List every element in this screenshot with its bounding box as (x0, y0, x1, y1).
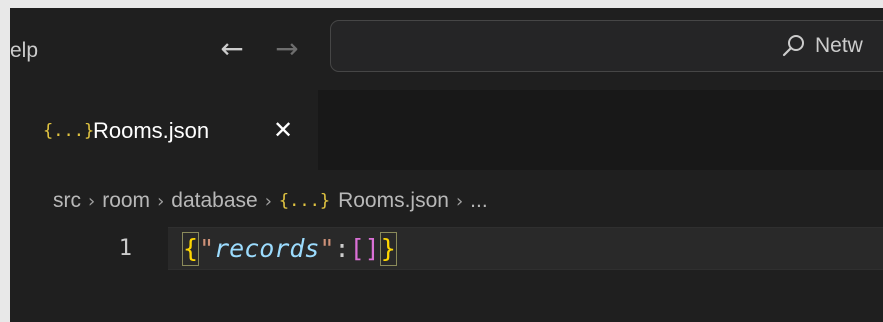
tab-rooms-json[interactable]: {...} Rooms.json ✕ (10, 90, 318, 170)
search-icon (782, 35, 804, 57)
breadcrumb-rooms-json[interactable]: Rooms.json (338, 189, 449, 213)
menu-help[interactable]: elp (10, 38, 38, 64)
chevron-right-icon: › (264, 190, 272, 212)
breadcrumb: src › room › database › {...} Rooms.json… (53, 186, 488, 216)
open-bracket: [ (349, 234, 365, 263)
code-line[interactable]: { " records " : [ ] } (182, 231, 397, 267)
close-brace: } (379, 232, 397, 266)
key-quote-close: " (319, 234, 335, 263)
close-icon[interactable]: ✕ (268, 114, 298, 146)
close-bracket: ] (364, 234, 380, 263)
open-brace: { (182, 232, 200, 266)
json-file-icon: {...} (278, 191, 331, 211)
breadcrumb-room[interactable]: room (102, 189, 150, 213)
line-number: 1 (118, 236, 132, 261)
colon: : (334, 234, 350, 263)
chevron-right-icon: › (88, 190, 96, 212)
breadcrumb-database[interactable]: database (171, 189, 257, 213)
json-key: records (214, 234, 320, 263)
vscode-window: elp ← → Netw {...} Rooms.json ✕ src › ro… (10, 8, 883, 322)
breadcrumb-src[interactable]: src (53, 189, 81, 213)
back-arrow-icon[interactable]: ← (217, 32, 247, 66)
breadcrumb-symbols[interactable]: ... (470, 189, 488, 213)
tab-label: Rooms.json (93, 118, 210, 143)
search-text: Netw (815, 34, 863, 57)
forward-arrow-icon[interactable]: → (272, 32, 302, 66)
chevron-right-icon: › (157, 190, 165, 212)
chevron-right-icon: › (455, 190, 464, 212)
title-bar: elp ← → Netw (10, 8, 883, 90)
json-file-icon: {...} (43, 121, 95, 141)
command-center-search[interactable]: Netw (330, 20, 883, 72)
editor-tab-bar: {...} Rooms.json ✕ (10, 90, 883, 170)
key-quote-open: " (199, 234, 215, 263)
